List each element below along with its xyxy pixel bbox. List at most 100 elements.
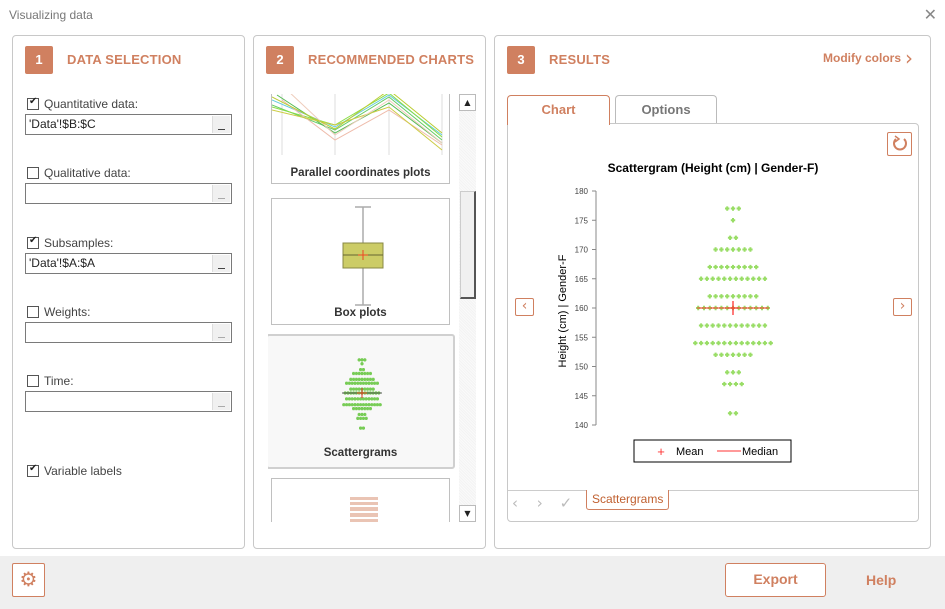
modify-colors-link[interactable]: Modify colors — [823, 51, 901, 65]
data-point — [725, 264, 730, 270]
data-point — [745, 276, 750, 281]
thumbnail-point — [356, 403, 360, 407]
chart-option-scattergrams[interactable]: Scattergrams — [268, 334, 455, 469]
data-point — [736, 294, 741, 299]
export-button[interactable]: Export — [725, 563, 826, 597]
next-chart-icon[interactable]: › — [893, 298, 912, 316]
thumbnail-point — [360, 377, 364, 381]
qualitative-data-checkbox[interactable]: Qualitative data: — [27, 166, 131, 180]
refresh-icon[interactable] — [887, 132, 912, 156]
scrollbar-thumb[interactable] — [460, 191, 476, 299]
checkbox-checked-icon[interactable] — [27, 235, 39, 249]
data-point — [725, 294, 730, 299]
subsamples-label: Subsamples: — [44, 236, 114, 250]
thumbnail-point — [364, 403, 368, 407]
next-sheet-icon[interactable]: › — [537, 494, 543, 512]
range-select-button[interactable] — [212, 185, 230, 202]
range-select-button[interactable] — [212, 116, 230, 133]
weights-checkbox[interactable]: Weights: — [27, 305, 90, 319]
chart-option-box-plots[interactable]: Box plots — [271, 198, 450, 325]
quantitative-data-checkbox[interactable]: Quantitative data: — [27, 96, 138, 111]
thumbnail-point — [359, 416, 363, 420]
time-input[interactable] — [25, 391, 232, 412]
chart-title: Scattergram (Height (cm) | Gender-F) — [608, 161, 819, 175]
chart-option-label: Parallel coordinates plots — [290, 167, 431, 179]
check-icon[interactable]: ✓ — [560, 494, 573, 512]
chart-list-scrollbar[interactable]: ▲ ▼ — [459, 94, 476, 522]
thumbnail-point — [357, 371, 361, 376]
checkbox-checked-icon[interactable] — [27, 96, 39, 110]
data-point — [727, 381, 733, 387]
scroll-up-icon[interactable]: ▲ — [459, 94, 476, 111]
data-point — [733, 323, 739, 328]
data-point — [730, 294, 736, 299]
checkbox-checked-icon[interactable] — [27, 463, 39, 477]
data-point — [748, 352, 753, 357]
thumbnail-point — [350, 381, 354, 385]
previous-sheet-icon[interactable]: ‹ — [512, 494, 518, 512]
sheet-tab-scattergrams[interactable]: Scattergrams — [586, 490, 670, 510]
data-point — [704, 323, 710, 328]
subsamples-checkbox[interactable]: Subsamples: — [27, 235, 114, 250]
chart-option-parallel-coordinates[interactable]: Parallel coordinates plots — [271, 94, 450, 184]
y-axis-label: Height (cm) | Gender-F — [557, 254, 569, 367]
time-checkbox[interactable]: Time: — [27, 374, 74, 388]
range-select-button[interactable] — [212, 393, 230, 410]
data-point — [716, 340, 721, 346]
range-select-button[interactable] — [212, 324, 230, 341]
tab-options[interactable]: Options — [615, 95, 717, 124]
checkbox-unchecked-icon[interactable] — [27, 167, 39, 179]
thumbnail-point — [368, 377, 372, 381]
data-point — [713, 264, 718, 270]
checkbox-unchecked-icon[interactable] — [27, 306, 39, 318]
thumbnail-point — [368, 407, 372, 411]
thumbnail-point — [360, 371, 364, 376]
checkbox-unchecked-icon[interactable] — [27, 375, 39, 387]
settings-gear-icon[interactable]: ⚙ — [12, 563, 45, 597]
thumbnail-point — [359, 381, 363, 385]
thumbnail-point — [350, 397, 354, 401]
y-tick-label: 170 — [575, 246, 589, 255]
scroll-down-icon[interactable]: ▼ — [459, 505, 476, 522]
data-point — [727, 276, 733, 281]
data-point — [710, 323, 715, 328]
previous-chart-icon[interactable]: ‹ — [515, 298, 534, 316]
thumbnail-point — [368, 387, 372, 391]
data-point — [698, 276, 704, 281]
weights-input[interactable] — [25, 322, 232, 343]
thumbnail-point — [375, 403, 379, 407]
data-point — [739, 276, 744, 281]
data-point — [756, 276, 762, 281]
data-point — [722, 323, 727, 328]
data-point — [742, 352, 747, 357]
close-icon[interactable]: ✕ — [924, 5, 937, 24]
subsamples-input[interactable]: 'Data'!$A:$A — [25, 253, 232, 274]
thumbnail-point — [370, 381, 374, 385]
thumbnail-point — [345, 397, 349, 401]
thumbnail-point — [364, 416, 368, 420]
thumbnail-point — [364, 397, 368, 401]
thumbnail-point — [356, 416, 360, 420]
thumbnail-point — [349, 387, 353, 391]
thumbnail-point — [368, 371, 372, 376]
range-select-button[interactable] — [212, 255, 230, 272]
data-point — [730, 218, 736, 223]
chevron-right-icon[interactable]: › — [905, 46, 913, 70]
qualitative-data-input[interactable] — [25, 183, 232, 204]
help-link[interactable]: Help — [866, 572, 896, 588]
thumbnail-point — [370, 397, 374, 401]
thumbnail-point — [352, 371, 356, 376]
tab-chart[interactable]: Chart — [507, 95, 610, 125]
data-point — [733, 381, 739, 387]
legend-mean-symbol: + — [657, 444, 665, 459]
chart-option-next[interactable] — [271, 478, 450, 522]
variable-labels-checkbox[interactable]: Variable labels — [27, 463, 122, 478]
thumbnail-point — [363, 358, 367, 362]
thumbnail-point — [367, 403, 371, 407]
data-point — [736, 206, 741, 211]
quantitative-data-input[interactable]: 'Data'!$B:$C — [25, 114, 232, 135]
weights-label: Weights: — [44, 305, 91, 319]
y-tick-label: 155 — [575, 333, 589, 342]
data-point — [722, 381, 727, 387]
data-point — [748, 247, 753, 252]
